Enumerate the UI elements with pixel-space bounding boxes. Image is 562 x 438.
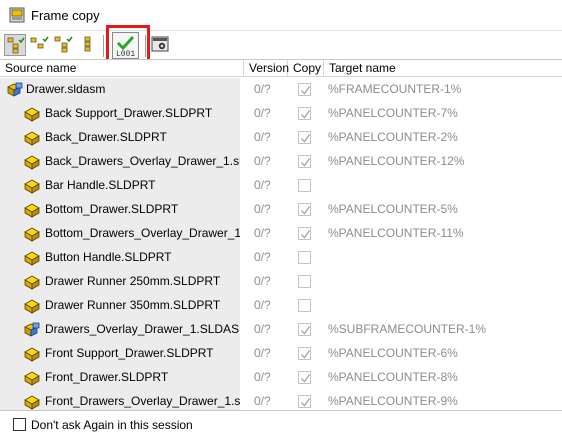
target-name[interactable]: %PANELCOUNTER-7% (328, 106, 458, 120)
version-value: 0/? (254, 370, 271, 384)
target-name[interactable]: %PANELCOUNTER-12% (328, 154, 464, 168)
part-icon (23, 225, 41, 242)
part-icon (23, 345, 41, 362)
version-value: 0/? (254, 274, 271, 288)
copy-checkbox[interactable] (298, 347, 311, 360)
source-name: Back Support_Drawer.SLDPRT (45, 106, 213, 120)
part-icon (23, 201, 41, 218)
table-row[interactable]: Drawer Runner 250mm.SLDPRT 0/? (0, 270, 562, 294)
target-name[interactable]: %PANELCOUNTER-2% (328, 130, 458, 144)
column-header-version[interactable]: Version (244, 60, 289, 77)
copy-checkbox[interactable] (298, 275, 311, 288)
version-value: 0/? (254, 82, 271, 96)
version-value: 0/? (254, 250, 271, 264)
column-header-copy[interactable]: Copy (288, 60, 324, 77)
toolbar-separator (103, 35, 104, 57)
select-all-icon[interactable] (4, 34, 26, 56)
copy-checkbox[interactable] (298, 323, 311, 336)
copy-checkbox[interactable] (298, 179, 311, 192)
version-value: 0/? (254, 322, 271, 336)
copy-checkbox[interactable] (298, 155, 311, 168)
collapse-icon[interactable] (53, 34, 75, 56)
source-name: Drawer.sldasm (26, 82, 106, 96)
target-name[interactable]: %PANELCOUNTER-8% (328, 370, 458, 384)
number-icon[interactable] (80, 34, 102, 56)
part-icon (23, 105, 41, 122)
grid-header: Source name Version Copy Target name (0, 60, 562, 77)
table-row[interactable]: Front_Drawers_Overlay_Drawer_1.sldprt 0/?… (0, 390, 562, 410)
source-name: Back_Drawer.SLDPRT (45, 130, 167, 144)
source-name: Bar Handle.SLDPRT (45, 178, 156, 192)
part-icon (23, 153, 41, 170)
source-name: Bottom_Drawer.SLDPRT (45, 202, 179, 216)
table-row[interactable]: Bottom_Drawer.SLDPRT 0/? %PANELCOUNTER-5% (0, 198, 562, 222)
source-name: Drawer Runner 250mm.SLDPRT (45, 274, 221, 288)
part-icon (23, 393, 41, 410)
source-name: Bottom_Drawers_Overlay_Drawer_1.sldp (45, 226, 240, 240)
copy-checkbox[interactable] (298, 131, 311, 144)
version-value: 0/? (254, 202, 271, 216)
copy-checkbox[interactable] (298, 83, 311, 96)
table-row[interactable]: Front_Drawer.SLDPRT 0/? %PANELCOUNTER-8% (0, 366, 562, 390)
dont-ask-checkbox[interactable] (13, 418, 26, 431)
preview-icon[interactable] (150, 34, 172, 56)
part-icon (23, 297, 41, 314)
target-name[interactable]: %PANELCOUNTER-11% (328, 226, 464, 240)
source-name: Back_Drawers_Overlay_Drawer_1.sldprt (45, 154, 240, 168)
table-row[interactable]: Bar Handle.SLDPRT 0/? (0, 174, 562, 198)
assembly-icon (23, 321, 41, 338)
source-name: Drawer Runner 350mm.SLDPRT (45, 298, 221, 312)
part-icon (23, 249, 41, 266)
table-row[interactable]: Button Handle.SLDPRT 0/? (0, 246, 562, 270)
target-name[interactable]: %PANELCOUNTER-5% (328, 202, 458, 216)
copy-checkbox[interactable] (298, 371, 311, 384)
copy-checkbox[interactable] (298, 107, 311, 120)
table-row[interactable]: Drawer.sldasm 0/? %FRAMECOUNTER-1% (0, 78, 562, 102)
target-name[interactable]: %FRAMECOUNTER-1% (328, 82, 461, 96)
source-name: Button Handle.SLDPRT (45, 250, 172, 264)
version-value: 0/? (254, 178, 271, 192)
copy-checkbox[interactable] (298, 299, 311, 312)
target-name[interactable]: %SUBFRAMECOUNTER-1% (328, 322, 486, 336)
target-name[interactable]: %PANELCOUNTER-9% (328, 394, 458, 408)
version-value: 0/? (254, 130, 271, 144)
table-row[interactable]: Front Support_Drawer.SLDPRT 0/? %PANELCOUN… (0, 342, 562, 366)
column-header-target[interactable]: Target name (324, 60, 562, 77)
version-value: 0/? (254, 106, 271, 120)
source-name: Front Support_Drawer.SLDPRT (45, 346, 214, 360)
version-value: 0/? (254, 394, 271, 408)
target-name[interactable]: %PANELCOUNTER-6% (328, 346, 458, 360)
table-row[interactable]: Back Support_Drawer.SLDPRT 0/? %PANELCOUNT… (0, 102, 562, 126)
column-header-source[interactable]: Source name (0, 60, 244, 77)
source-name: Front_Drawer.SLDPRT (45, 370, 169, 384)
part-icon (23, 273, 41, 290)
copy-checkbox[interactable] (298, 227, 311, 240)
copy-checkbox[interactable] (298, 203, 311, 216)
table-row[interactable]: Back_Drawers_Overlay_Drawer_1.sldprt 0/?%… (0, 150, 562, 174)
version-value: 0/? (254, 346, 271, 360)
part-icon (23, 369, 41, 386)
part-icon (23, 129, 41, 146)
table-row[interactable]: Back_Drawer.SLDPRT 0/? %PANELCOUNTER-2% (0, 126, 562, 150)
frame-copy-app-icon (9, 7, 25, 23)
table-row[interactable]: Bottom_Drawers_Overlay_Drawer_1.sldp 0/?%… (0, 222, 562, 246)
version-value: 0/? (254, 154, 271, 168)
copy-checkbox[interactable] (298, 395, 311, 408)
version-value: 0/? (254, 226, 271, 240)
copy-checkbox[interactable] (298, 251, 311, 264)
part-icon (23, 177, 41, 194)
toolbar (0, 30, 562, 60)
title-bar: Frame copy (0, 0, 562, 30)
table-row[interactable]: Drawer Runner 350mm.SLDPRT 0/? (0, 294, 562, 318)
source-name: Front_Drawers_Overlay_Drawer_1.sldprt (45, 394, 240, 408)
assembly-icon (6, 81, 24, 98)
version-value: 0/? (254, 298, 271, 312)
footer: Don't ask Again in this session (0, 410, 562, 438)
window-title: Frame copy (31, 8, 100, 23)
source-name: Drawers_Overlay_Drawer_1.SLDASM (45, 322, 240, 336)
table-row[interactable]: Drawers_Overlay_Drawer_1.SLDASM 0/? %SUBFR… (0, 318, 562, 342)
expand-icon[interactable] (29, 34, 51, 56)
dont-ask-label: Don't ask Again in this session (31, 418, 193, 432)
frame-copy-grid: Source name Version Copy Target name Dra… (0, 59, 562, 410)
